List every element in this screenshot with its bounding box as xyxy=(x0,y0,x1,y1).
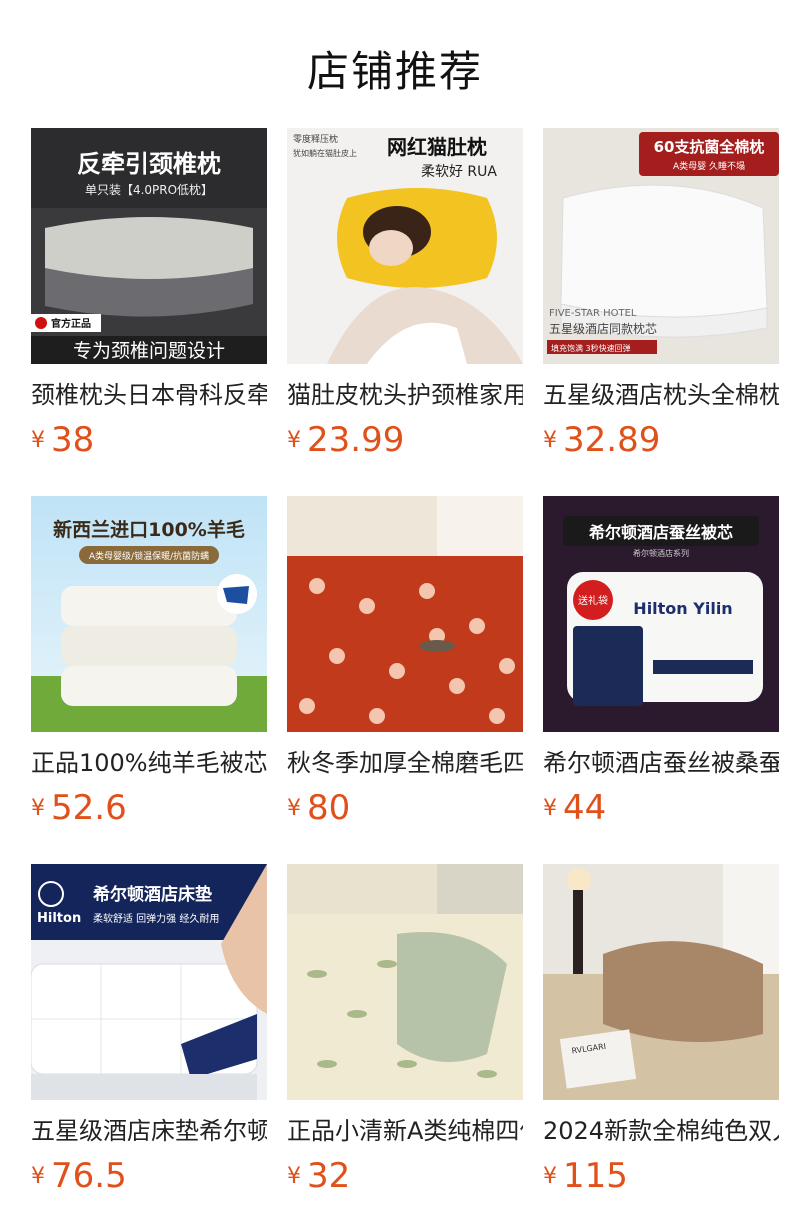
product-price: ¥32.89 xyxy=(543,418,660,462)
product-name[interactable]: 秋冬季加厚全棉磨毛四件套 xyxy=(287,746,523,780)
currency-symbol: ¥ xyxy=(287,796,301,821)
product-price: ¥44 xyxy=(543,786,606,830)
product-name[interactable]: 颈椎枕头日本骨科反牵引颈椎枕 xyxy=(31,378,267,412)
price-value: 23.99 xyxy=(307,420,405,460)
product-card[interactable]: 希尔顿酒店蚕丝被芯 希尔顿酒店系列 送礼袋 Hilton Yilin 希尔顿酒店… xyxy=(543,496,779,836)
product-card[interactable]: 秋冬季加厚全棉磨毛四件套 ¥80 xyxy=(287,496,523,836)
price-value: 52.6 xyxy=(51,788,127,828)
price-value: 44 xyxy=(563,788,607,828)
gift-badge: 送礼袋 xyxy=(578,594,608,607)
page-title: 店铺推荐 xyxy=(306,47,483,96)
product-price: ¥80 xyxy=(287,786,350,830)
image-caption: 希尔顿酒店蚕丝被芯 xyxy=(589,523,733,542)
image-caption: 反牵引颈椎枕 xyxy=(77,150,221,178)
price-value: 115 xyxy=(563,1156,628,1196)
product-image[interactable]: 希尔顿酒店蚕丝被芯 希尔顿酒店系列 送礼袋 Hilton Yilin xyxy=(543,496,779,732)
currency-symbol: ¥ xyxy=(287,428,301,453)
product-image[interactable]: RVLGARI xyxy=(543,864,779,1100)
product-name[interactable]: 五星级酒店枕头全棉枕芯 xyxy=(543,378,779,412)
price-value: 32.89 xyxy=(563,420,661,460)
price-value: 38 xyxy=(51,420,95,460)
product-name[interactable]: 五星级酒店床垫希尔顿 xyxy=(31,1114,267,1148)
product-image[interactable]: 网红猫肚枕 柔软好 RUA 零度释压枕 犹如躺在猫肚皮上 xyxy=(287,128,523,364)
product-price: ¥76.5 xyxy=(31,1154,127,1198)
product-price: ¥38 xyxy=(31,418,94,462)
solid-color-bedding-image: RVLGARI xyxy=(543,864,779,1100)
currency-symbol: ¥ xyxy=(31,1164,45,1189)
floral-bedding-image xyxy=(287,864,523,1100)
product-name[interactable]: 猫肚皮枕头护颈椎家用 xyxy=(287,378,523,412)
pillow-image: 反牵引颈椎枕 单只装【4.0PRO低枕】 官方正品 专为颈椎问题设计 xyxy=(31,128,267,364)
mattress-image: 希尔顿酒店床垫 Hilton 柔软舒适 回弹力强 经久耐用 xyxy=(31,864,267,1100)
image-caption: 柔软好 RUA xyxy=(421,164,497,180)
cat-belly-pillow-image: 网红猫肚枕 柔软好 RUA 零度释压枕 犹如躺在猫肚皮上 xyxy=(287,128,523,364)
product-name[interactable]: 正品100%纯羊毛被芯 xyxy=(31,746,267,780)
image-caption: 犹如躺在猫肚皮上 xyxy=(293,148,357,158)
hotel-pillow-image: 60支抗菌全棉枕 A类母婴 久睡不塌 FIVE-STAR HOTEL 五星级酒店… xyxy=(543,128,779,364)
currency-symbol: ¥ xyxy=(287,1164,301,1189)
product-card[interactable]: 新西兰进口100%羊毛 A类母婴级/锁温保暖/抗菌防螨 正品100%纯羊毛被芯 … xyxy=(31,496,267,836)
product-price: ¥115 xyxy=(543,1154,628,1198)
product-name[interactable]: 正品小清新A类纯棉四件套 xyxy=(287,1114,523,1148)
product-card[interactable]: RVLGARI 2024新款全棉纯色双人四件套 ¥115 xyxy=(543,864,779,1204)
official-badge: 官方正品 xyxy=(51,317,91,330)
product-image[interactable]: 希尔顿酒店床垫 Hilton 柔软舒适 回弹力强 经久耐用 xyxy=(31,864,267,1100)
currency-symbol: ¥ xyxy=(31,428,45,453)
image-caption: 60支抗菌全棉枕 xyxy=(654,138,765,156)
currency-symbol: ¥ xyxy=(31,796,45,821)
price-value: 80 xyxy=(307,788,351,828)
silk-quilt-image: 希尔顿酒店蚕丝被芯 希尔顿酒店系列 送礼袋 Hilton Yilin xyxy=(543,496,779,732)
image-caption: 填充饱满 3秒快速回弹 xyxy=(551,343,631,353)
bedding-set-image xyxy=(287,496,523,732)
currency-symbol: ¥ xyxy=(543,428,557,453)
image-caption: 网红猫肚枕 xyxy=(387,135,487,159)
image-caption: 专为颈椎问题设计 xyxy=(73,340,225,362)
image-caption: FIVE-STAR HOTEL xyxy=(549,308,637,319)
product-image[interactable]: 60支抗菌全棉枕 A类母婴 久睡不塌 FIVE-STAR HOTEL 五星级酒店… xyxy=(543,128,779,364)
currency-symbol: ¥ xyxy=(543,1164,557,1189)
image-caption: A类母婴 久睡不塌 xyxy=(673,160,745,172)
product-card[interactable]: 反牵引颈椎枕 单只装【4.0PRO低枕】 官方正品 专为颈椎问题设计 颈椎枕头日… xyxy=(31,128,267,468)
image-caption: 新西兰进口100%羊毛 xyxy=(53,518,245,541)
image-caption: 柔软舒适 回弹力强 经久耐用 xyxy=(93,912,219,925)
product-image[interactable] xyxy=(287,864,523,1100)
image-caption: 五星级酒店同款枕芯 xyxy=(549,321,657,336)
product-card[interactable]: 希尔顿酒店床垫 Hilton 柔软舒适 回弹力强 经久耐用 五星级酒店床垫希尔顿… xyxy=(31,864,267,1204)
brand-logo: Hilton Yilin xyxy=(633,599,732,618)
image-caption: A类母婴级/锁温保暖/抗菌防螨 xyxy=(89,550,209,562)
product-card[interactable]: 60支抗菌全棉枕 A类母婴 久睡不塌 FIVE-STAR HOTEL 五星级酒店… xyxy=(543,128,779,468)
product-card[interactable]: 正品小清新A类纯棉四件套 ¥32 xyxy=(287,864,523,1204)
price-value: 32 xyxy=(307,1156,351,1196)
currency-symbol: ¥ xyxy=(543,796,557,821)
product-name[interactable]: 2024新款全棉纯色双人四件套 xyxy=(543,1114,779,1148)
image-caption: 单只装【4.0PRO低枕】 xyxy=(85,182,213,197)
image-caption: 希尔顿酒店系列 xyxy=(633,548,689,558)
price-value: 76.5 xyxy=(51,1156,127,1196)
product-image[interactable]: 反牵引颈椎枕 单只装【4.0PRO低枕】 官方正品 专为颈椎问题设计 xyxy=(31,128,267,364)
brand-logo: Hilton xyxy=(37,911,81,926)
image-caption: 零度释压枕 xyxy=(293,133,338,145)
image-caption: 希尔顿酒店床垫 xyxy=(93,884,212,905)
product-price: ¥23.99 xyxy=(287,418,404,462)
product-card[interactable]: 网红猫肚枕 柔软好 RUA 零度释压枕 犹如躺在猫肚皮上 猫肚皮枕头护颈椎家用 … xyxy=(287,128,523,468)
product-price: ¥32 xyxy=(287,1154,350,1198)
wool-quilt-image: 新西兰进口100%羊毛 A类母婴级/锁温保暖/抗菌防螨 xyxy=(31,496,267,732)
product-price: ¥52.6 xyxy=(31,786,127,830)
product-image[interactable] xyxy=(287,496,523,732)
product-name[interactable]: 希尔顿酒店蚕丝被桑蚕丝 xyxy=(543,746,779,780)
product-image[interactable]: 新西兰进口100%羊毛 A类母婴级/锁温保暖/抗菌防螨 xyxy=(31,496,267,732)
